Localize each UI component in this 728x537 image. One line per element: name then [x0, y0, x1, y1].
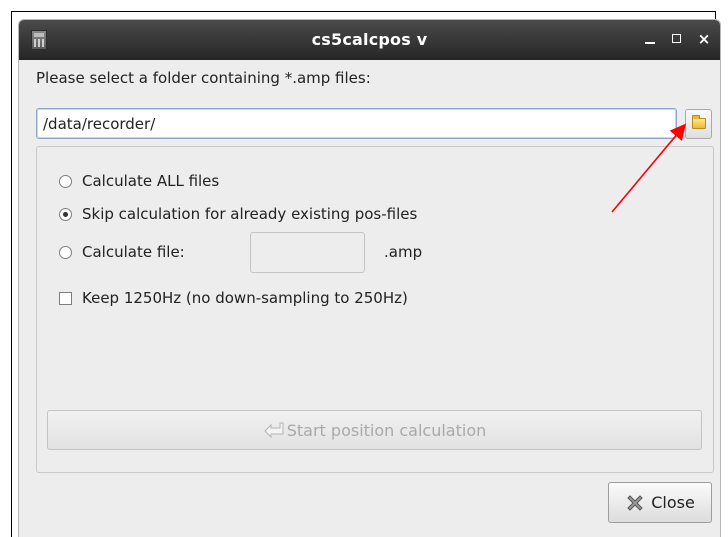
- browse-folder-button[interactable]: [685, 109, 712, 139]
- calc-file-radio[interactable]: [59, 245, 72, 259]
- close-label: Close: [651, 493, 695, 512]
- dialog-window: cs5calcpos v × Please select a folder co…: [18, 19, 721, 537]
- calc-file-option[interactable]: Calculate file:: [59, 240, 185, 264]
- skip-existing-option[interactable]: Skip calculation for already existing po…: [59, 202, 417, 226]
- start-calculation-label: Start position calculation: [286, 420, 487, 440]
- window-title: cs5calcpos v: [311, 30, 428, 49]
- minimize-icon[interactable]: [640, 29, 660, 49]
- window-close-icon[interactable]: ×: [694, 29, 714, 49]
- folder-path-input[interactable]: [36, 108, 677, 139]
- calc-all-option[interactable]: Calculate ALL files: [59, 169, 219, 193]
- keep-1250-checkbox[interactable]: [59, 291, 72, 305]
- calc-all-radio[interactable]: [59, 174, 72, 188]
- keep-1250-option[interactable]: Keep 1250Hz (no down-sampling to 250Hz): [59, 286, 408, 310]
- folder-icon: [692, 115, 706, 129]
- folder-prompt-label: Please select a folder containing *.amp …: [36, 69, 371, 87]
- amp-suffix-label: .amp: [384, 243, 423, 261]
- skip-existing-label: Skip calculation for already existing po…: [82, 205, 418, 223]
- maximize-icon[interactable]: [667, 29, 687, 49]
- title-bar[interactable]: cs5calcpos v ×: [19, 20, 720, 60]
- calc-all-label: Calculate ALL files: [82, 172, 220, 190]
- arrow-icon: [264, 422, 284, 439]
- close-button[interactable]: Close: [608, 482, 712, 523]
- skip-existing-radio[interactable]: [59, 207, 72, 221]
- start-calculation-button[interactable]: Start position calculation: [47, 410, 702, 450]
- calc-file-label: Calculate file:: [82, 243, 185, 261]
- keep-1250-label: Keep 1250Hz (no down-sampling to 250Hz): [82, 289, 408, 307]
- calc-file-input[interactable]: [250, 232, 365, 273]
- close-icon: [627, 494, 643, 511]
